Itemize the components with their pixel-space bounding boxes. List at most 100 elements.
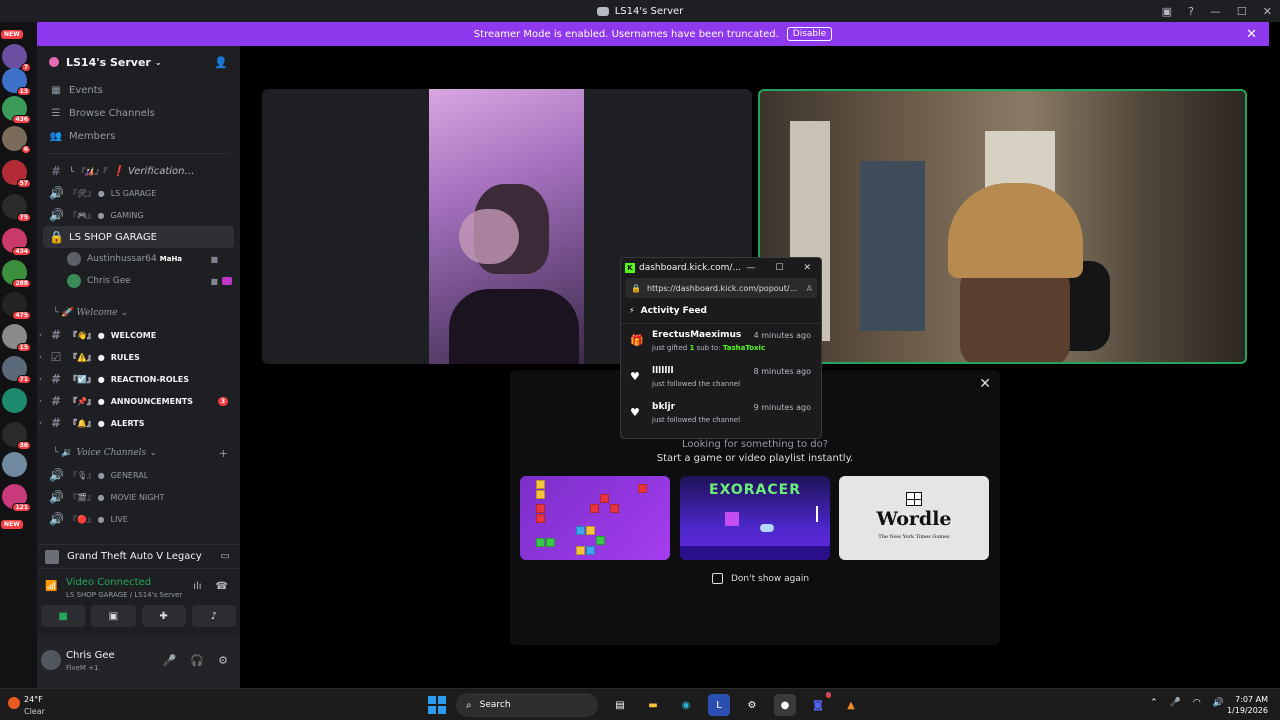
edge-browser-icon[interactable]: ◉: [675, 694, 697, 716]
microphone-icon[interactable]: 🎤: [1170, 698, 1181, 708]
webcam-feed: [429, 89, 584, 364]
server-icon[interactable]: 13: [2, 68, 31, 96]
server-icon[interactable]: 15: [2, 324, 31, 352]
dont-show-again[interactable]: Don't show again: [712, 573, 809, 584]
file-explorer-icon[interactable]: ▬: [642, 694, 664, 716]
channel-ls-shop-garage[interactable]: 🔒 LS SHOP GARAGE: [43, 226, 234, 248]
disable-streamer-mode-button[interactable]: Disable: [786, 27, 833, 41]
nav-browse-channels[interactable]: ☰ Browse Channels: [37, 102, 240, 124]
microphone-icon[interactable]: 🎤: [163, 654, 177, 667]
show-hidden-icons-icon[interactable]: ⌃: [1150, 698, 1158, 708]
channel-rules[interactable]: › ☑ 『⚠️』 ● RULES: [37, 346, 240, 368]
channel-gaming[interactable]: 🔊 『🎮』 ● GAMING: [37, 204, 240, 226]
channel-general[interactable]: 🔊 『🎙』 ● GENERAL: [37, 464, 240, 486]
server-icon[interactable]: 475: [2, 292, 31, 320]
minimize-button[interactable]: —: [1210, 5, 1221, 18]
task-view-icon[interactable]: ▤: [609, 694, 631, 716]
server-icon[interactable]: [2, 388, 27, 413]
server-icon[interactable]: 288: [2, 260, 31, 288]
channel-alerts[interactable]: › # 『🔔』 ● ALERTS: [37, 412, 240, 434]
obs-icon[interactable]: ●: [774, 694, 796, 716]
members-icon: 👥: [49, 130, 63, 142]
server-icon[interactable]: 75: [2, 194, 31, 222]
settings-gear-icon[interactable]: ⚙: [218, 654, 228, 667]
voice-member[interactable]: Chris Gee ■: [37, 270, 240, 292]
start-button[interactable]: [428, 696, 446, 714]
speaker-icon: 🔊: [49, 186, 64, 200]
volume-icon[interactable]: 🔊: [1213, 698, 1224, 708]
voice-location[interactable]: LS SHOP GARAGE / LS14's Server: [66, 591, 182, 599]
close-button[interactable]: ✕: [803, 263, 811, 273]
discord-icon[interactable]: ◙ 2: [807, 692, 831, 716]
launcher-l-icon[interactable]: L: [708, 694, 730, 716]
headphones-icon[interactable]: 🎧: [190, 654, 204, 667]
chevron-right-icon: ›: [39, 353, 42, 361]
calendar-icon: ▦: [51, 84, 61, 96]
game-card-exoracer[interactable]: EXORACER: [680, 476, 830, 560]
server-icon[interactable]: 121: [2, 484, 31, 512]
channel-welcome[interactable]: › # 『👋』 ● WELCOME: [37, 324, 240, 346]
screen-share-icon[interactable]: ▣: [1162, 5, 1172, 18]
close-banner-icon[interactable]: ✕: [1246, 27, 1257, 42]
channel-reaction-roles[interactable]: › # 『☑️』 ● REACTION-ROLES: [37, 368, 240, 390]
app-orange-icon[interactable]: ▲: [840, 694, 862, 716]
soundboard-button[interactable]: ♪: [191, 605, 236, 627]
activities-button[interactable]: ✚: [141, 605, 186, 627]
voice-status[interactable]: Video Connected: [66, 577, 151, 588]
clock-date: 1/19/2026: [1226, 706, 1268, 715]
server-header[interactable]: LS14's Server ⌄ 👤: [37, 46, 240, 78]
voice-connection-panel: 📶 Video Connected LS SHOP GARAGE / LS14'…: [37, 568, 240, 636]
server-icon[interactable]: 436: [2, 96, 31, 124]
channel-movie-night[interactable]: 🔊 『🎬』 ● MOVIE NIGHT: [37, 486, 240, 508]
invite-people-icon[interactable]: 👤: [214, 56, 228, 69]
add-channel-icon[interactable]: +: [219, 447, 228, 460]
close-icon[interactable]: ✕: [979, 376, 991, 392]
address-bar[interactable]: 🔒 https://dashboard.kick.com/popout/... …: [625, 278, 817, 298]
game-card-wordle[interactable]: Wordle The New York Times Games: [839, 476, 989, 560]
taskbar-search[interactable]: ⌕ Search: [456, 693, 598, 717]
noise-suppression-icon[interactable]: ılı: [193, 581, 201, 592]
category-voice-channels[interactable]: ╰ 🔉 Voice Channels ⌄ +: [37, 442, 240, 464]
screen-share-button[interactable]: ▣: [91, 605, 136, 627]
avatar[interactable]: [41, 650, 61, 670]
camera-icon: ■: [210, 254, 218, 264]
server-icon[interactable]: 6: [2, 126, 31, 154]
username[interactable]: Chris Gee: [66, 650, 115, 661]
hash-icon: #: [50, 416, 62, 430]
camera-button[interactable]: ■: [41, 605, 86, 627]
popout-titlebar: K dashboard.kick.com/... — ☐ ✕: [621, 258, 821, 278]
nav-members[interactable]: 👥 Members: [37, 125, 240, 147]
hash-icon: #: [50, 164, 62, 178]
channel-announcements[interactable]: › # 『📌』 ● ANNOUNCEMENTS 3: [37, 390, 240, 412]
server-icon[interactable]: 57: [2, 160, 31, 188]
close-window-button[interactable]: ✕: [1263, 5, 1272, 18]
help-icon[interactable]: ?: [1188, 5, 1194, 18]
game-card-blocks[interactable]: [520, 476, 670, 560]
channel-live[interactable]: 🔊 『🔴』 ● LIVE: [37, 508, 240, 530]
activity-user: lllllll: [652, 366, 674, 376]
channel-verification[interactable]: # ╰ 『🎎』『 ❗ Verification…: [37, 160, 240, 182]
app-icon[interactable]: ⚙: [741, 694, 763, 716]
nav-events[interactable]: ▦ Events: [37, 79, 240, 101]
wordle-subtitle: The New York Times Games: [878, 534, 950, 540]
channel-ls-garage[interactable]: 🔊 『🛠』 ● LS GARAGE: [37, 182, 240, 204]
voice-member[interactable]: Austinhussar64 MaHa ■: [37, 248, 240, 270]
video-tile-speaking[interactable]: [758, 89, 1247, 364]
minimize-button[interactable]: —: [746, 263, 755, 273]
server-icon[interactable]: 434: [2, 228, 31, 256]
server-icon[interactable]: 7: [2, 44, 31, 72]
wifi-icon[interactable]: ◠: [1193, 698, 1201, 708]
category-welcome[interactable]: ╰ 🚀 Welcome ⌄: [37, 302, 240, 324]
clock[interactable]: 7:07 AM 1/19/2026: [1227, 694, 1268, 716]
disconnect-icon[interactable]: ☎: [216, 581, 228, 592]
activity-user: ErectusMaeximus: [652, 330, 742, 340]
user-panel: Chris Gee FiveM +1 🎤 🎧 ⚙: [37, 636, 240, 688]
server-icon[interactable]: [2, 452, 27, 477]
maximize-button[interactable]: ☐: [775, 263, 783, 273]
stream-game-icon[interactable]: ▭: [221, 551, 230, 562]
maximize-button[interactable]: ☐: [1237, 5, 1247, 18]
server-icon[interactable]: 36: [2, 422, 31, 450]
server-icon[interactable]: 71: [2, 356, 31, 384]
read-aloud-icon[interactable]: A: [807, 284, 812, 293]
dont-show-checkbox[interactable]: [712, 573, 723, 584]
